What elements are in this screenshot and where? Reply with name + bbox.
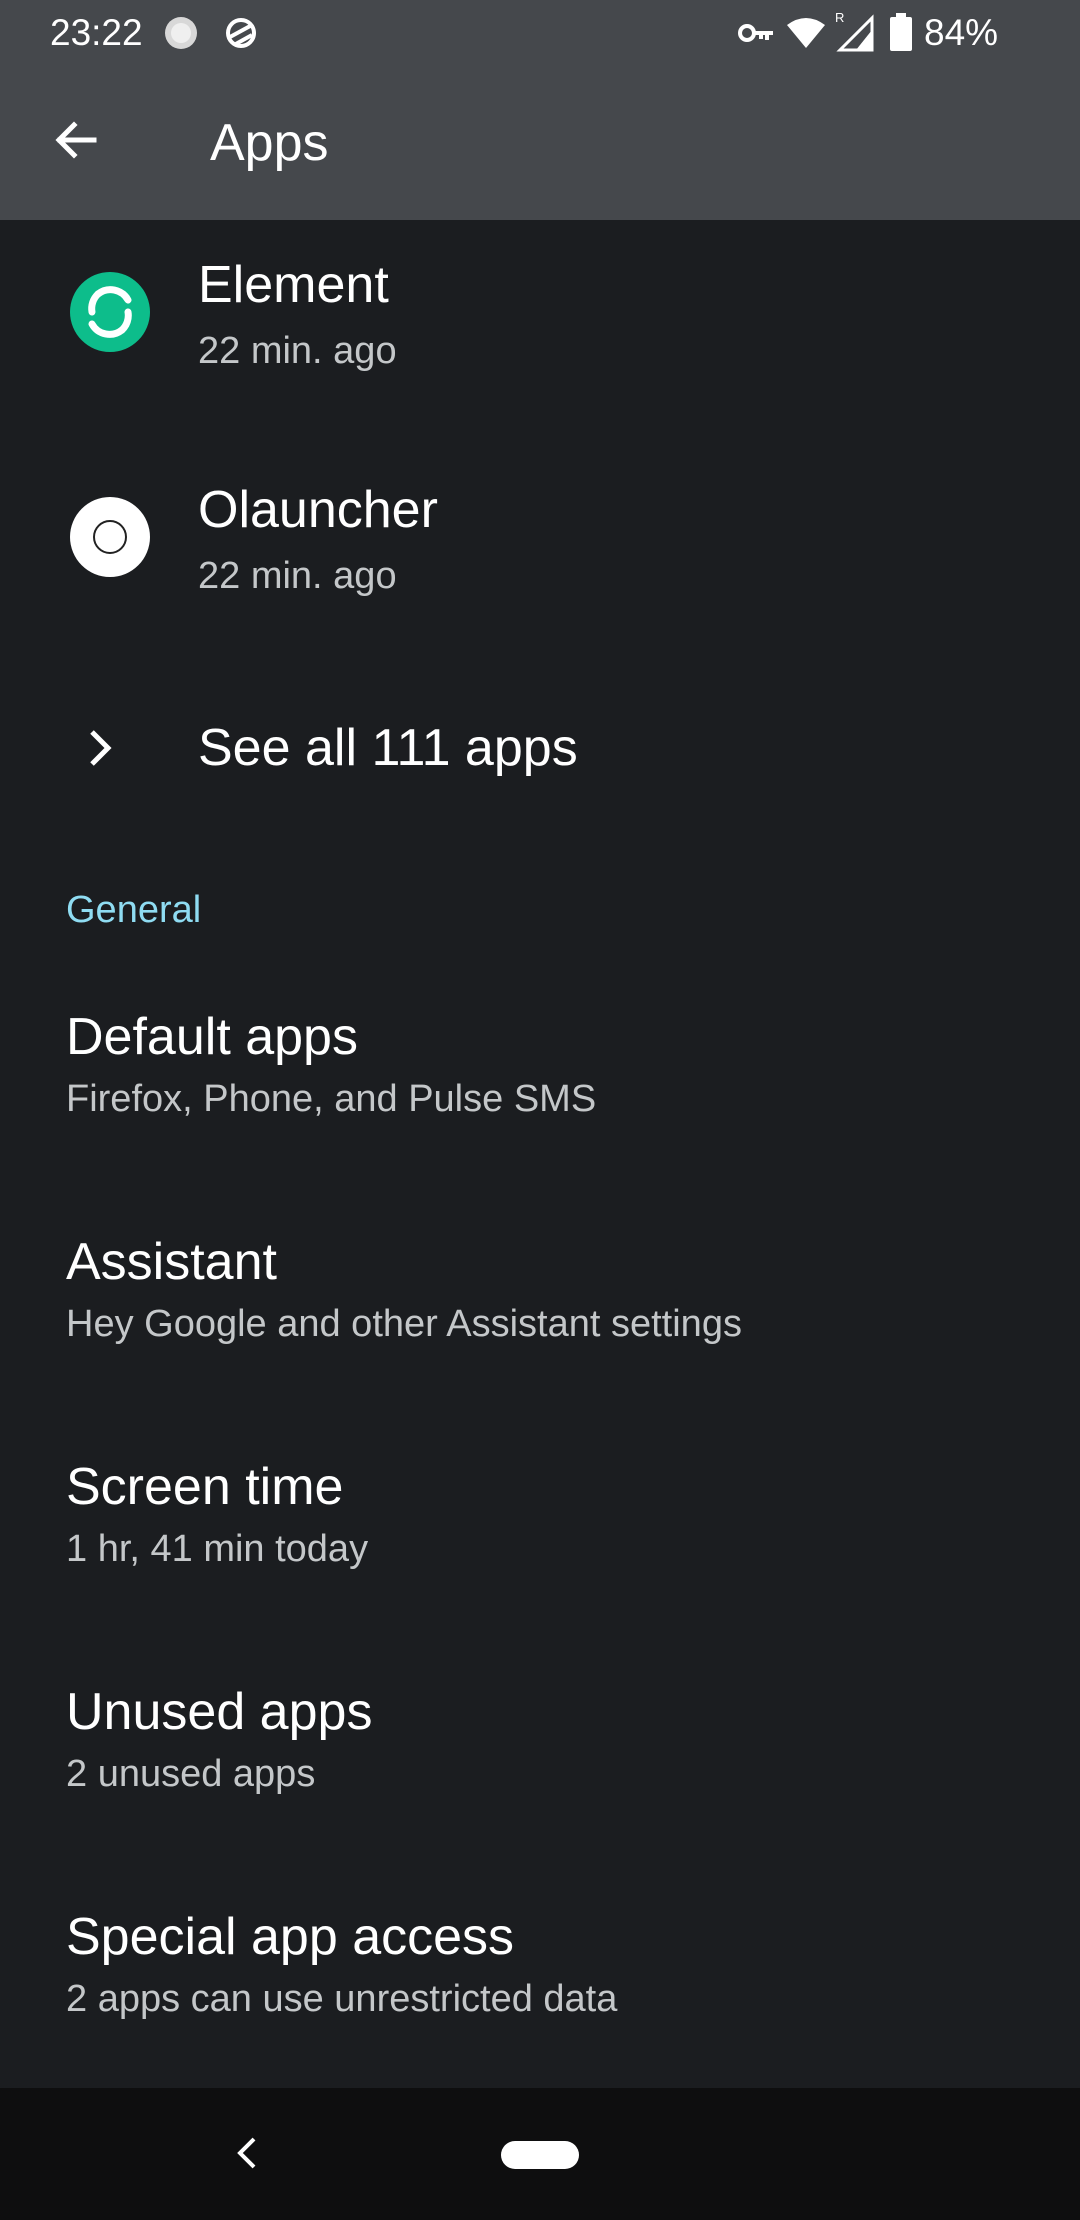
app-name: Element: [198, 256, 389, 314]
svg-text:R: R: [835, 10, 844, 25]
app-name: Olauncher: [198, 481, 438, 539]
status-time: 23:22: [50, 12, 143, 53]
element-app-icon: [70, 272, 150, 352]
settings-apps-screen: 23:22 R 84% Apps Element 22 min. ago Ola…: [0, 0, 1080, 2220]
setting-title: Special app access: [66, 1908, 515, 1966]
app-bar: Apps: [0, 66, 1080, 220]
wifi-icon: [786, 15, 825, 51]
app-last-used: 22 min. ago: [198, 330, 397, 372]
app-last-used: 22 min. ago: [198, 555, 397, 597]
apps-settings-list: Element 22 min. ago Olauncher 22 min. ag…: [0, 220, 1080, 2088]
olauncher-app-icon: [70, 497, 150, 577]
setting-subtitle: Hey Google and other Assistant settings: [66, 1303, 742, 1345]
setting-title: Default apps: [66, 1008, 358, 1066]
vpn-key-icon: [737, 15, 773, 51]
setting-title: Unused apps: [66, 1683, 373, 1741]
recent-app-element[interactable]: Element 22 min. ago: [0, 220, 1080, 445]
setting-subtitle: 2 apps can use unrestricted data: [66, 1978, 618, 2020]
setting-title: Screen time: [66, 1458, 344, 1516]
section-header-general: General: [66, 889, 202, 931]
setting-screen-time[interactable]: Screen time 1 hr, 41 min today: [0, 1455, 1080, 1680]
setting-unused-apps[interactable]: Unused apps 2 unused apps: [0, 1680, 1080, 1905]
setting-subtitle: 2 unused apps: [66, 1753, 316, 1795]
home-pill-icon[interactable]: [501, 2141, 579, 2169]
setting-subtitle: Firefox, Phone, and Pulse SMS: [66, 1078, 597, 1120]
arrow-back-icon: [52, 116, 100, 169]
setting-assistant[interactable]: Assistant Hey Google and other Assistant…: [0, 1230, 1080, 1455]
back-button[interactable]: [36, 102, 116, 182]
nav-back-button[interactable]: [222, 2130, 272, 2180]
battery-percentage: 84%: [924, 12, 999, 53]
see-all-apps-label: See all 111 apps: [198, 719, 578, 777]
battery-icon: [890, 13, 926, 51]
status-bar: 23:22 R 84%: [0, 0, 1080, 66]
setting-subtitle: 1 hr, 41 min today: [66, 1528, 369, 1570]
setting-title: Assistant: [66, 1233, 277, 1291]
sync-icon: [222, 15, 258, 51]
nav-back-icon: [232, 2133, 262, 2178]
see-all-apps-button[interactable]: See all 111 apps: [0, 670, 1080, 830]
recent-app-olauncher[interactable]: Olauncher 22 min. ago: [0, 445, 1080, 670]
system-navigation-bar: [0, 2088, 1080, 2220]
signal-roaming-icon: R: [834, 10, 874, 52]
chevron-right-icon: [82, 726, 118, 770]
notification-dot-icon: [163, 15, 199, 51]
setting-special-app-access[interactable]: Special app access 2 apps can use unrest…: [0, 1905, 1080, 2085]
setting-default-apps[interactable]: Default apps Firefox, Phone, and Pulse S…: [0, 1005, 1080, 1230]
page-title: Apps: [210, 114, 329, 172]
